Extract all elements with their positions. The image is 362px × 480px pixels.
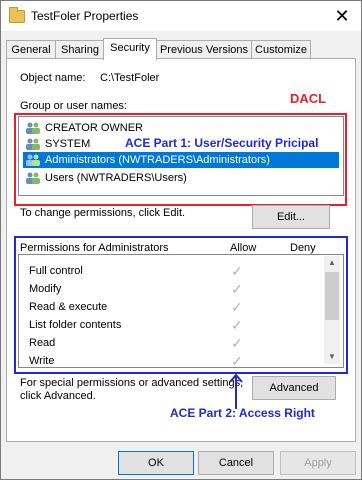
tab-previous-versions[interactable]: Previous Versions: [156, 40, 252, 59]
special-permissions-text: For special permissions or advanced sett…: [20, 377, 244, 389]
access-right-highlight-box: [14, 236, 348, 374]
title-bar: TestFoler Properties ✕: [1, 1, 361, 31]
tab-security[interactable]: Security: [103, 38, 157, 60]
tab-sharing[interactable]: Sharing: [55, 40, 105, 59]
dacl-annotation: DACL: [290, 91, 327, 106]
cancel-button[interactable]: Cancel: [198, 451, 274, 475]
tab-general[interactable]: General: [6, 40, 56, 59]
ace-part1-annotation: ACE Part 1: User/Security Pricipal: [125, 136, 319, 150]
arrow-up-icon: [229, 373, 243, 409]
object-name-label: Object name:: [20, 72, 86, 84]
edit-button[interactable]: Edit...: [252, 205, 330, 229]
close-icon[interactable]: ✕: [327, 5, 357, 27]
object-name-value: C:\TestFoler: [100, 72, 160, 84]
ok-button[interactable]: OK: [118, 451, 194, 475]
tab-customize[interactable]: Customize: [251, 40, 311, 59]
change-permissions-text: To change permissions, click Edit.: [20, 207, 186, 219]
special-permissions-text-2: click Advanced.: [20, 390, 96, 402]
apply-button[interactable]: Apply: [280, 451, 356, 475]
dacl-highlight-box: [14, 113, 347, 206]
group-names-label: Group or user names:: [20, 100, 127, 112]
ace-part2-annotation: ACE Part 2: Access Right: [170, 406, 315, 420]
window-title: TestFoler Properties: [31, 9, 139, 23]
folder-icon: [9, 7, 25, 23]
advanced-button[interactable]: Advanced: [252, 376, 336, 400]
